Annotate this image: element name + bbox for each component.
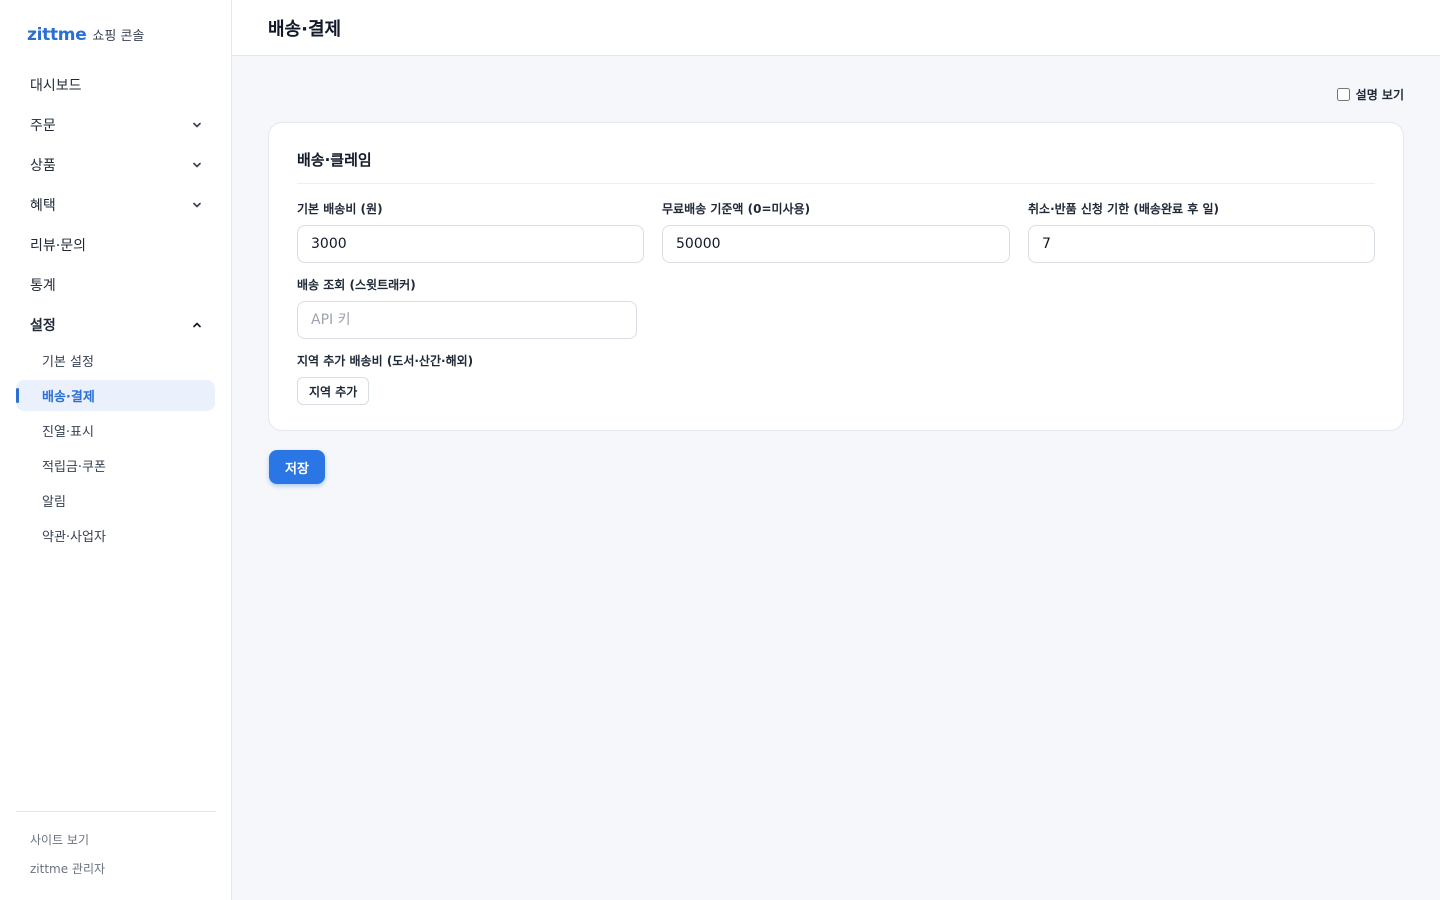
admin-account-link[interactable]: zittme 관리자 xyxy=(16,859,216,888)
free-threshold-label: 무료배송 기준액 (0=미사용) xyxy=(662,202,811,216)
base-fee-label: 기본 배송비 (원) xyxy=(297,202,383,216)
base-fee-input[interactable] xyxy=(297,225,644,263)
help-toggle[interactable]: 설명 보기 xyxy=(1336,86,1404,103)
free-threshold-input[interactable] xyxy=(662,225,1010,263)
return-deadline-label: 취소·반품 신청 기한 (배송완료 후 일) xyxy=(1028,202,1219,216)
sidebar-item-products[interactable]: 상품 xyxy=(16,145,215,185)
sidebar-subitem-notifications[interactable]: 알림 xyxy=(16,485,215,516)
sidebar-nav: 대시보드 주문 상품 혜택 리뷰·문의 통계 설정 기본 설정 배송·결제 진열… xyxy=(16,65,215,555)
sidebar-subitem-display[interactable]: 진열·표시 xyxy=(16,415,215,446)
save-button[interactable]: 저장 xyxy=(269,450,325,484)
chevron-up-icon xyxy=(193,321,201,329)
card-divider xyxy=(297,183,1375,184)
sidebar-item-statistics[interactable]: 통계 xyxy=(16,265,215,305)
return-deadline-field: 취소·반품 신청 기한 (배송완료 후 일) xyxy=(1028,201,1375,263)
sidebar-item-dashboard[interactable]: 대시보드 xyxy=(16,65,215,105)
sidebar-item-label: 설정 xyxy=(30,318,56,334)
sidebar-subitem-basic-settings[interactable]: 기본 설정 xyxy=(16,345,215,376)
brand-logo[interactable]: zittme xyxy=(27,25,87,45)
add-region-button[interactable]: 지역 추가 xyxy=(297,377,370,405)
shipping-claim-card: 배송·클레임 기본 배송비 (원) 무료배송 기준액 (0=미사용) 취소·반품… xyxy=(268,122,1404,431)
sidebar-item-orders[interactable]: 주문 xyxy=(16,105,215,145)
brand[interactable]: zittme 쇼핑 콘솔 xyxy=(27,25,144,45)
sidebar-subitem-terms-business[interactable]: 약관·사업자 xyxy=(16,520,215,551)
sidebar-item-settings[interactable]: 설정 xyxy=(16,305,215,345)
regional-fee-label: 지역 추가 배송비 (도서·산간·해외) xyxy=(297,354,474,368)
top-bar: 배송·결제 xyxy=(232,0,1440,56)
sidebar-subitem-shipping-payment[interactable]: 배송·결제 xyxy=(16,380,215,411)
sidebar: zittme 쇼핑 콘솔 대시보드 주문 상품 혜택 리뷰·문의 통계 설정 기… xyxy=(0,0,232,900)
sidebar-item-label: 대시보드 xyxy=(30,78,82,94)
sidebar-item-label: 혜택 xyxy=(30,198,56,214)
tracking-label: 배송 조회 (스윗트래커) xyxy=(297,278,416,292)
tracking-api-key-input[interactable] xyxy=(297,301,637,339)
chevron-down-icon xyxy=(193,161,201,169)
sidebar-item-label: 리뷰·문의 xyxy=(30,238,86,254)
free-threshold-field: 무료배송 기준액 (0=미사용) xyxy=(662,201,1010,263)
sidebar-item-label: 주문 xyxy=(30,118,56,134)
sidebar-item-reviews[interactable]: 리뷰·문의 xyxy=(16,225,215,265)
sidebar-subitem-points-coupons[interactable]: 적립금·쿠폰 xyxy=(16,450,215,481)
tracking-field: 배송 조회 (스윗트래커) xyxy=(297,277,637,339)
sidebar-item-label: 상품 xyxy=(30,158,56,174)
help-toggle-label: 설명 보기 xyxy=(1355,88,1404,102)
base-fee-field: 기본 배송비 (원) xyxy=(297,201,644,263)
chevron-down-icon xyxy=(193,121,201,129)
settings-subnav: 기본 설정 배송·결제 진열·표시 적립금·쿠폰 알림 약관·사업자 xyxy=(16,345,215,551)
sidebar-item-label: 통계 xyxy=(30,278,56,294)
regional-fee-field: 지역 추가 배송비 (도서·산간·해외) 지역 추가 xyxy=(297,353,473,405)
chevron-down-icon xyxy=(193,201,201,209)
view-site-link[interactable]: 사이트 보기 xyxy=(16,830,216,859)
help-toggle-checkbox[interactable] xyxy=(1336,88,1350,101)
card-title: 배송·클레임 xyxy=(297,151,372,169)
brand-subtitle: 쇼핑 콘솔 xyxy=(92,29,145,44)
page-title: 배송·결제 xyxy=(268,19,342,40)
return-deadline-input[interactable] xyxy=(1028,225,1375,263)
sidebar-item-benefits[interactable]: 혜택 xyxy=(16,185,215,225)
sidebar-footer: 사이트 보기 zittme 관리자 xyxy=(16,811,216,888)
